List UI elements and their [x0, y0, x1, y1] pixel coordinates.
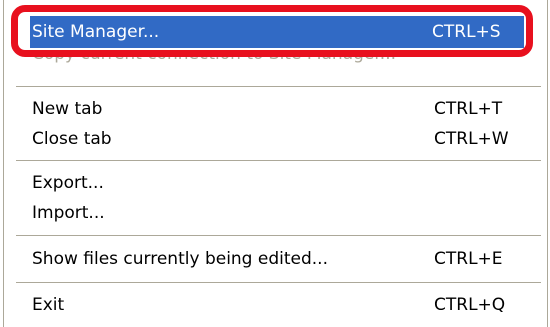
menu-separator: [16, 235, 541, 236]
menu-separator: [16, 160, 541, 161]
menu-item-copy-connection: Copy current connection to Site Manager.…: [32, 50, 532, 70]
menu-item-new-tab[interactable]: New tab CTRL+T: [32, 92, 532, 126]
menu-item-shortcut: CTRL+Q: [434, 295, 506, 315]
menu-item-exit[interactable]: Exit CTRL+Q: [32, 288, 532, 322]
menu-item-label: Import...: [32, 203, 105, 223]
menu-item-shortcut: CTRL+W: [434, 129, 509, 149]
menu-item-shortcut: CTRL+S: [432, 22, 501, 42]
menu-item-label: Close tab: [32, 129, 112, 149]
file-menu: Site Manager... CTRL+S Copy current conn…: [3, 0, 548, 327]
menu-item-import[interactable]: Import...: [32, 196, 532, 230]
menu-item-site-manager[interactable]: Site Manager... CTRL+S: [30, 16, 524, 48]
screenshot-stage: Site Manager... CTRL+S Copy current conn…: [0, 0, 550, 327]
menu-item-shortcut: CTRL+T: [434, 99, 503, 119]
menu-item-label: New tab: [32, 99, 103, 119]
menu-item-label: Site Manager...: [32, 22, 160, 42]
menu-item-shortcut: CTRL+E: [434, 249, 503, 269]
menu-item-label: Copy current connection to Site Manager.…: [32, 50, 397, 64]
menu-item-label: Export...: [32, 173, 104, 193]
menu-separator: [16, 282, 541, 283]
menu-item-label: Show files currently being edited...: [32, 249, 328, 269]
menu-separator: [16, 86, 541, 87]
menu-item-export[interactable]: Export...: [32, 166, 532, 200]
menu-item-label: Exit: [32, 295, 65, 315]
menu-item-close-tab[interactable]: Close tab CTRL+W: [32, 122, 532, 156]
menu-item-show-edited-files[interactable]: Show files currently being edited... CTR…: [32, 242, 532, 276]
